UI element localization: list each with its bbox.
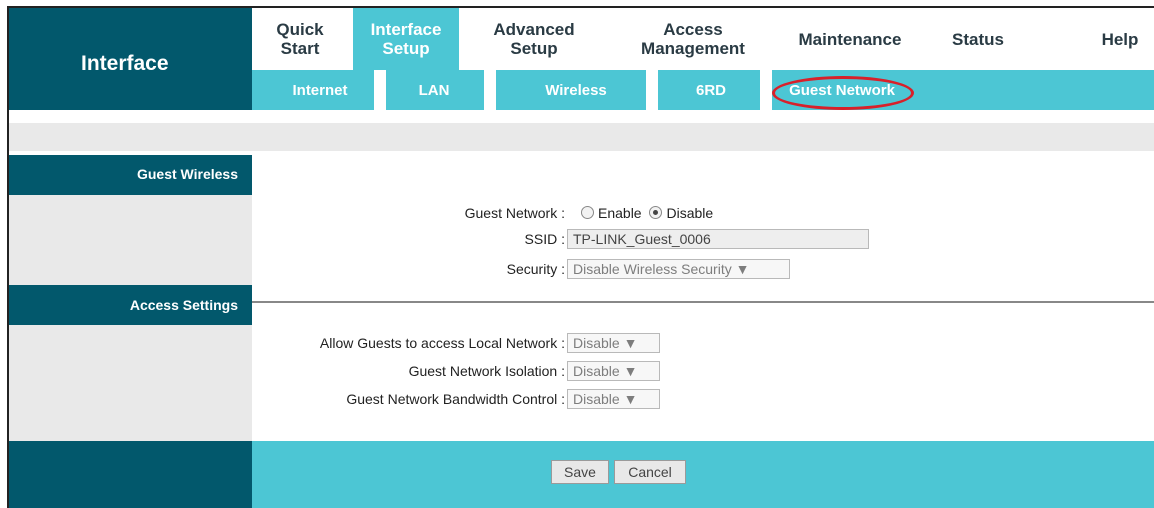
ssid-label: SSID : [524, 231, 565, 247]
disable-radio[interactable] [649, 206, 663, 219]
subnav-divider [646, 70, 658, 110]
subnav-divider [760, 70, 772, 110]
subnav-6rd[interactable]: 6RD [660, 70, 762, 110]
top-nav: Quick Start Interface Setup Advanced Setup … [252, 8, 1154, 70]
title-strip [9, 123, 1154, 151]
save-button[interactable]: Save [551, 460, 609, 484]
subnav-internet[interactable]: Internet [270, 70, 370, 110]
nav-status[interactable]: Status [938, 8, 1018, 70]
bandwidth-select[interactable]: Disable ▼ [567, 389, 660, 409]
nav-label: Setup [382, 39, 430, 58]
nav-label: Maintenance [798, 29, 902, 49]
logo-panel: Interface [9, 8, 252, 110]
bandwidth-label: Guest Network Bandwidth Control : [346, 391, 565, 407]
nav-label: Access [663, 20, 723, 39]
section-access-settings: Access Settings [9, 285, 252, 325]
nav-label: Status [952, 29, 1004, 49]
section-divider [252, 301, 1154, 303]
nav-maintenance[interactable]: Maintenance [780, 8, 920, 70]
footer-bar [252, 441, 1154, 508]
footer-left-panel [9, 441, 252, 508]
subnav-divider [374, 70, 386, 110]
isolation-select[interactable]: Disable ▼ [567, 361, 660, 381]
nav-interface-setup[interactable]: Interface Setup [353, 8, 459, 70]
sidebar-spacer [9, 195, 252, 285]
subnav-guest-network[interactable]: Guest Network [774, 70, 910, 110]
logo-title: Interface [81, 52, 169, 75]
nav-advanced-setup[interactable]: Advanced Setup [474, 8, 594, 70]
sub-nav: Internet LAN Wireless 6RD Guest Network [252, 70, 1154, 110]
nav-help[interactable]: Help [1090, 8, 1150, 70]
ssid-input[interactable]: TP-LINK_Guest_0006 [567, 229, 869, 249]
enable-label: Enable [598, 205, 642, 221]
section-guest-wireless: Guest Wireless [9, 155, 252, 195]
isolation-label: Guest Network Isolation : [408, 363, 565, 379]
cancel-button[interactable]: Cancel [614, 460, 686, 484]
subnav-lan[interactable]: LAN [392, 70, 476, 110]
subnav-divider [484, 70, 496, 110]
guest-network-radios: Enable Disable [577, 205, 713, 221]
nav-label: Start [280, 39, 320, 58]
local-network-select[interactable]: Disable ▼ [567, 333, 660, 353]
guest-network-label: Guest Network : [464, 205, 565, 221]
disable-label: Disable [666, 205, 714, 221]
nav-access-management[interactable]: Access Management [626, 8, 760, 70]
enable-radio[interactable] [581, 206, 594, 219]
subnav-wireless[interactable]: Wireless [502, 70, 650, 110]
nav-label: Management [641, 39, 745, 58]
nav-label: Quick [276, 20, 324, 39]
nav-label: Setup [510, 39, 558, 58]
nav-label: Help [1101, 29, 1139, 49]
sidebar-spacer [9, 325, 252, 441]
local-network-label: Allow Guests to access Local Network : [319, 335, 565, 351]
nav-label: Advanced [493, 20, 575, 39]
security-select[interactable]: Disable Wireless Security ▼ [567, 259, 790, 279]
nav-label: Interface [370, 20, 442, 39]
security-label: Security : [506, 261, 565, 277]
nav-quick-start[interactable]: Quick Start [260, 8, 340, 70]
